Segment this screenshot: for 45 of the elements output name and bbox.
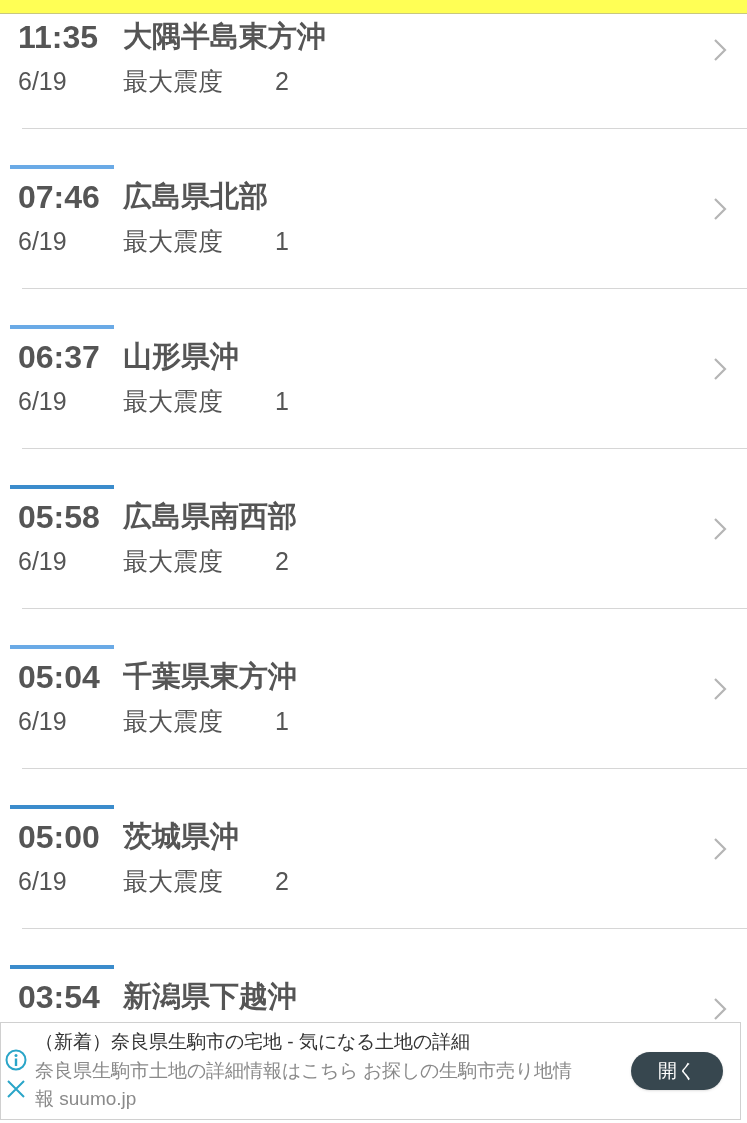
quake-date: 6/19 — [18, 546, 68, 578]
quake-date: 6/19 — [18, 66, 68, 98]
ad-title[interactable]: （新着）奈良県生駒市の宅地 - 気になる土地の詳細 — [35, 1029, 579, 1055]
intensity-label: 最大震度 — [123, 386, 224, 418]
chevron-icon[interactable] — [713, 357, 727, 381]
epicenter-name: 大隅半島東方沖 — [123, 19, 326, 55]
chevron-icon[interactable] — [713, 837, 727, 861]
chevron-icon[interactable] — [713, 197, 727, 221]
intensity-label: 最大震度 — [123, 66, 224, 98]
quake-time: 05:00 — [18, 818, 101, 857]
intensity-label: 最大震度 — [123, 546, 224, 578]
chevron-icon[interactable] — [713, 997, 727, 1021]
ad-description: 奈良県生駒市土地の詳細情報はこちら お探しの生駒市売り地情報 suumo.jp — [35, 1059, 574, 1111]
intensity-label: 最大震度 — [123, 226, 224, 258]
intensity-value: 2 — [275, 866, 289, 898]
epicenter-name: 広島県南西部 — [123, 499, 297, 535]
intensity-label: 最大震度 — [123, 706, 224, 738]
intensity-value: 2 — [275, 546, 289, 578]
intensity-value: 1 — [275, 386, 289, 418]
quake-time: 05:58 — [18, 498, 101, 537]
quake-time: 06:37 — [18, 338, 101, 377]
intensity-value: 1 — [275, 226, 289, 258]
intensity-value: 1 — [275, 706, 289, 738]
quake-time: 03:54 — [18, 978, 101, 1017]
ad-banner[interactable]: （新着）奈良県生駒市の宅地 - 気になる土地の詳細 奈良県生駒市土地の詳細情報はこちら お探しの生駒市売り地情報 suumo.jp 開く — [0, 1022, 741, 1120]
quake-date: 6/19 — [18, 866, 68, 898]
chevron-icon[interactable] — [713, 677, 727, 701]
quake-time: 05:04 — [18, 658, 101, 697]
info-icon[interactable] — [5, 1049, 27, 1071]
intensity-label: 最大震度 — [123, 866, 224, 898]
quake-time: 11:35 — [18, 18, 100, 57]
open-button[interactable]: 開く — [631, 1052, 723, 1090]
chevron-icon[interactable] — [713, 517, 727, 541]
quake-time: 07:46 — [18, 178, 101, 217]
intensity-value: 2 — [275, 66, 289, 98]
quake-date: 6/19 — [18, 706, 68, 738]
epicenter-name: 千葉県東方沖 — [123, 659, 297, 695]
chevron-icon[interactable] — [713, 38, 727, 62]
epicenter-name: 茨城県沖 — [123, 819, 239, 855]
quake-date: 6/19 — [18, 226, 68, 258]
epicenter-name: 山形県沖 — [123, 339, 239, 375]
epicenter-name: 広島県北部 — [123, 179, 268, 215]
epicenter-name: 新潟県下越沖 — [123, 979, 297, 1015]
close-icon[interactable] — [6, 1079, 26, 1099]
quake-date: 6/19 — [18, 386, 68, 418]
